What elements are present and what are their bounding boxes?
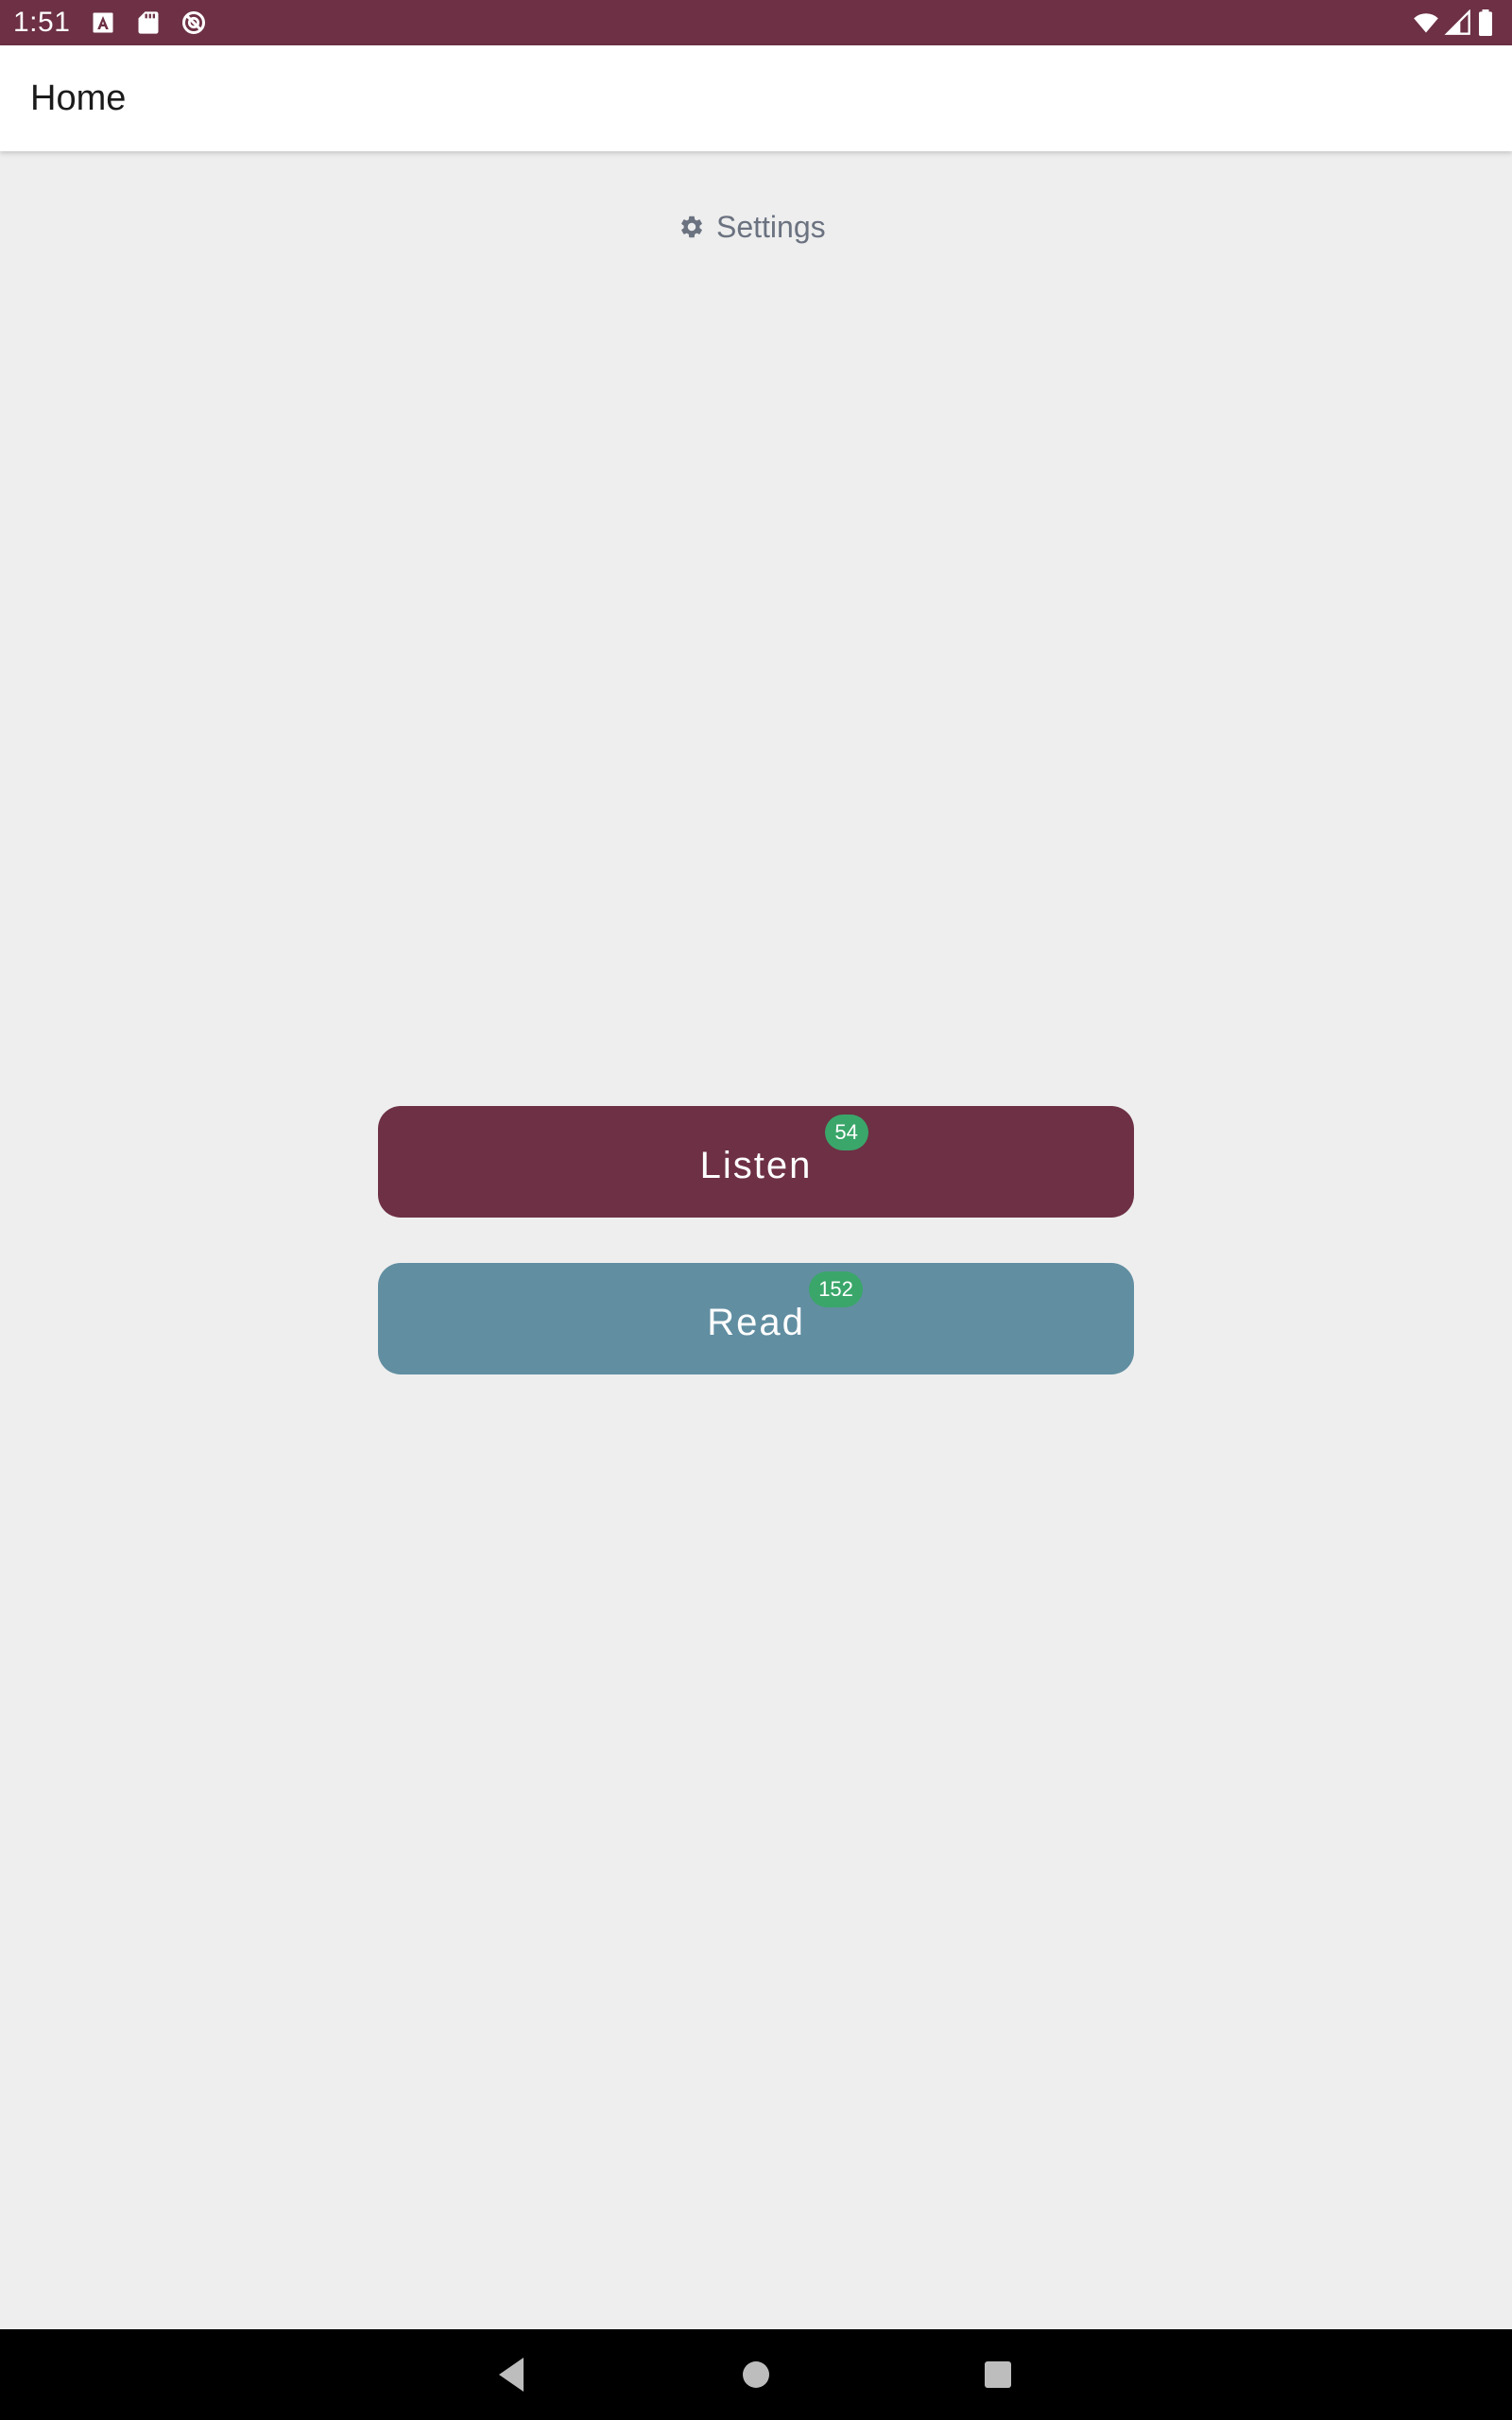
font-a-icon (89, 9, 117, 36)
sd-card-icon (134, 9, 163, 36)
read-button[interactable]: Read 152 (378, 1263, 1134, 1374)
home-icon[interactable] (733, 2352, 779, 2397)
status-time: 1:51 (13, 7, 71, 38)
gear-icon (679, 214, 705, 240)
navigation-bar (0, 2329, 1512, 2420)
settings-link[interactable]: Settings (679, 204, 826, 250)
listen-label: Listen (699, 1145, 813, 1186)
app-bar: Home (0, 45, 1512, 151)
page-title: Home (30, 78, 127, 118)
read-label: Read (707, 1302, 805, 1343)
read-button-content: Read 152 (707, 1271, 863, 1343)
recents-icon[interactable] (975, 2352, 1021, 2397)
listen-button[interactable]: Listen 54 (378, 1106, 1134, 1218)
listen-count-badge: 54 (824, 1115, 868, 1150)
cellular-signal-icon (1444, 9, 1472, 36)
listen-button-content: Listen 54 (699, 1115, 868, 1186)
settings-label: Settings (716, 210, 826, 244)
read-count-badge: 152 (809, 1271, 863, 1307)
back-icon[interactable] (490, 2352, 535, 2397)
no-sync-icon (180, 9, 208, 36)
battery-icon (1476, 9, 1495, 36)
wifi-icon (1412, 9, 1440, 36)
status-bar: 1:51 (0, 0, 1512, 45)
